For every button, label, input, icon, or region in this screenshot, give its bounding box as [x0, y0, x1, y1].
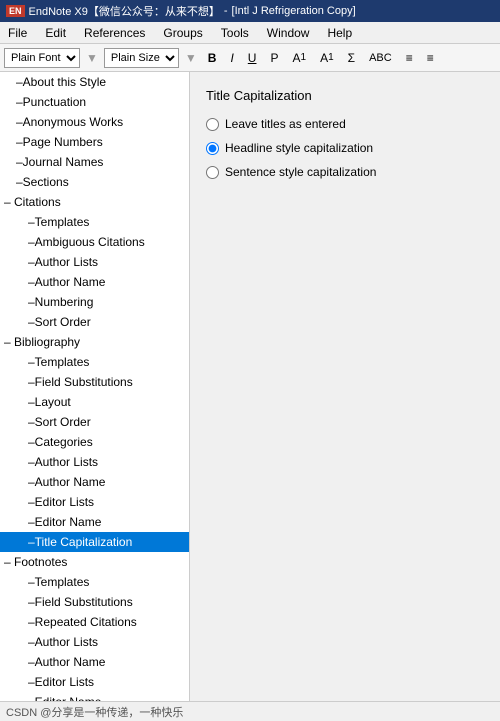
sigma-button[interactable]: Σ [343, 48, 360, 68]
radio-headline[interactable] [206, 142, 219, 155]
app-icon: EN [6, 5, 25, 17]
tree-item-layout[interactable]: –Layout [0, 392, 189, 412]
tree-item-citations[interactable]: – Citations [0, 192, 189, 212]
tree-item-numbering[interactable]: –Numbering [0, 292, 189, 312]
tree-item-fn-editor-lists[interactable]: –Editor Lists [0, 672, 189, 692]
tree-item-categories[interactable]: –Categories [0, 432, 189, 452]
plain-button[interactable]: P [265, 48, 283, 68]
menu-item-tools[interactable]: Tools [217, 25, 253, 41]
toolbar-separator-2: ▼ [185, 51, 197, 65]
tree-item-fn-author-name[interactable]: –Author Name [0, 652, 189, 672]
status-bar: CSDN @分享是一种传递，一种快乐 [0, 701, 500, 721]
align-left-button[interactable]: ≡ [401, 48, 418, 68]
tree-item-title-capitalization[interactable]: –Title Capitalization [0, 532, 189, 552]
tree-panel: –About this Style–Punctuation–Anonymous … [0, 72, 190, 701]
tree-item-fn-templates[interactable]: –Templates [0, 572, 189, 592]
title-bar: EN EndNote X9【微信公众号：从来不想】 - [Intl J Refr… [0, 0, 500, 22]
menu-item-groups[interactable]: Groups [159, 25, 206, 41]
smallcaps-button[interactable]: ABC [364, 48, 397, 68]
tree-item-field-substitutions[interactable]: –Field Substitutions [0, 372, 189, 392]
radio-item-leave: Leave titles as entered [206, 117, 484, 131]
document-title: [Intl J Refrigeration Copy] [232, 5, 356, 17]
tree-item-editor-lists[interactable]: –Editor Lists [0, 492, 189, 512]
tree-item-sort-order-cit[interactable]: –Sort Order [0, 312, 189, 332]
tree-item-author-lists-cit[interactable]: –Author Lists [0, 252, 189, 272]
radio-group: Leave titles as entered Headline style ca… [206, 117, 484, 179]
menu-item-file[interactable]: File [4, 25, 31, 41]
subscript-button[interactable]: A1 [315, 48, 339, 68]
tree-item-anonymous-works[interactable]: –Anonymous Works [0, 112, 189, 132]
app-title: EndNote X9【微信公众号：从来不想】 [29, 3, 220, 19]
radio-leave[interactable] [206, 118, 219, 131]
tree-item-citations-templates[interactable]: –Templates [0, 212, 189, 232]
menu-bar: File Edit References Groups Tools Window Help [0, 22, 500, 44]
font-select[interactable]: Plain Font [4, 48, 80, 68]
tree-item-ambiguous-citations[interactable]: –Ambiguous Citations [0, 232, 189, 252]
tree-item-author-lists-bib[interactable]: –Author Lists [0, 452, 189, 472]
tree-item-bib-templates[interactable]: –Templates [0, 352, 189, 372]
radio-item-sentence: Sentence style capitalization [206, 165, 484, 179]
radio-sentence[interactable] [206, 166, 219, 179]
tree-item-author-name-bib[interactable]: –Author Name [0, 472, 189, 492]
status-text: CSDN @分享是一种传递，一种快乐 [6, 704, 183, 720]
italic-button[interactable]: I [225, 48, 238, 68]
bold-button[interactable]: B [203, 48, 222, 68]
tree-item-page-numbers[interactable]: –Page Numbers [0, 132, 189, 152]
align-right-button[interactable]: ≡ [422, 48, 439, 68]
menu-item-window[interactable]: Window [263, 25, 314, 41]
tree-item-sections[interactable]: –Sections [0, 172, 189, 192]
radio-label-sentence[interactable]: Sentence style capitalization [225, 165, 376, 179]
tree-item-repeated-citations[interactable]: –Repeated Citations [0, 612, 189, 632]
section-title: Title Capitalization [206, 88, 484, 103]
tree-item-author-name-cit[interactable]: –Author Name [0, 272, 189, 292]
underline-button[interactable]: U [243, 48, 262, 68]
title-separator: - [224, 5, 228, 17]
menu-item-references[interactable]: References [80, 25, 149, 41]
tree-item-sort-order-bib[interactable]: –Sort Order [0, 412, 189, 432]
toolbar: Plain Font ▼ Plain Size ▼ B I U P A1 A1 … [0, 44, 500, 72]
superscript-button[interactable]: A1 [287, 48, 311, 68]
toolbar-separator-1: ▼ [86, 51, 98, 65]
tree-item-journal-names[interactable]: –Journal Names [0, 152, 189, 172]
tree-item-fn-editor-name[interactable]: –Editor Name [0, 692, 189, 701]
radio-label-leave[interactable]: Leave titles as entered [225, 117, 346, 131]
tree-item-about[interactable]: –About this Style [0, 72, 189, 92]
tree-item-punctuation[interactable]: –Punctuation [0, 92, 189, 112]
tree-item-fn-field-substitutions[interactable]: –Field Substitutions [0, 592, 189, 612]
tree-item-footnotes[interactable]: – Footnotes [0, 552, 189, 572]
menu-item-edit[interactable]: Edit [41, 25, 70, 41]
radio-label-headline[interactable]: Headline style capitalization [225, 141, 373, 155]
radio-item-headline: Headline style capitalization [206, 141, 484, 155]
tree-item-bibliography[interactable]: – Bibliography [0, 332, 189, 352]
right-panel: Title Capitalization Leave titles as ent… [190, 72, 500, 701]
main-content: –About this Style–Punctuation–Anonymous … [0, 72, 500, 701]
size-select[interactable]: Plain Size [104, 48, 179, 68]
menu-item-help[interactable]: Help [323, 25, 356, 41]
tree-item-fn-author-lists[interactable]: –Author Lists [0, 632, 189, 652]
tree-item-editor-name[interactable]: –Editor Name [0, 512, 189, 532]
